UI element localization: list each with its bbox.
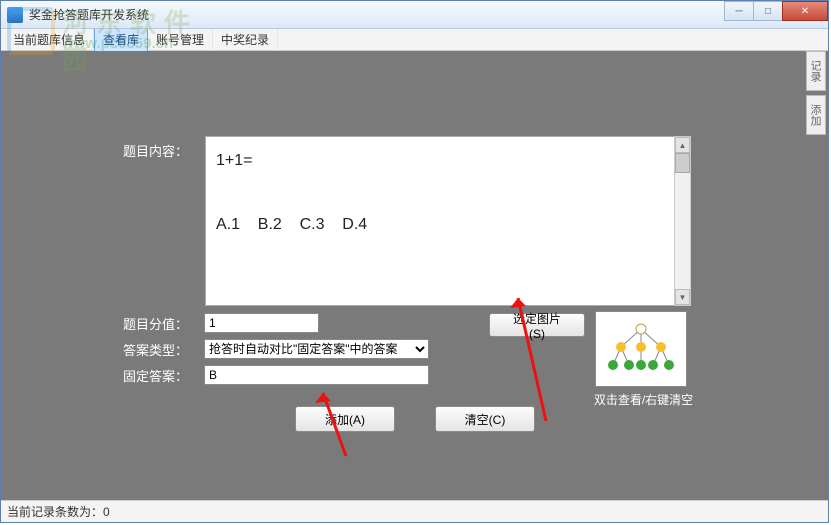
score-label: 题目分值： [123, 314, 188, 333]
maximize-button[interactable]: □ [753, 1, 783, 21]
window-controls: ─ □ ✕ [725, 1, 828, 21]
menu-item-view-bank[interactable]: 查看库 [94, 27, 148, 52]
side-tab-records[interactable]: 记录 [806, 51, 826, 91]
scroll-up-icon[interactable]: ▲ [675, 137, 690, 153]
score-input[interactable] [204, 313, 319, 333]
menu-item-current-bank[interactable]: 当前题库信息 [5, 28, 94, 51]
clear-button[interactable]: 清空(C) [435, 406, 535, 432]
question-content-label: 题目内容： [123, 141, 188, 160]
answer-type-label: 答案类型： [123, 340, 188, 359]
content-scrollbar[interactable]: ▲ ▼ [674, 136, 691, 306]
form-panel: 题目内容： 1+1= A.1 B.2 C.3 D.4 ▲ ▼ 题目分值： 答案类… [15, 51, 795, 500]
menu-item-winners[interactable]: 中奖纪录 [213, 28, 278, 51]
titlebar: 奖金抢答题库开发系统 ─ □ ✕ [1, 1, 828, 29]
image-caption: 双击查看/右键清空 [586, 391, 701, 408]
image-preview[interactable] [595, 311, 687, 387]
minimize-button[interactable]: ─ [724, 1, 754, 21]
scroll-thumb[interactable] [675, 153, 690, 173]
status-text: 当前记录条数为：0 [7, 503, 110, 520]
window-title: 奖金抢答题库开发系统 [29, 6, 149, 23]
close-button[interactable]: ✕ [782, 1, 828, 21]
fixed-answer-input[interactable] [204, 365, 429, 385]
row-answer-type: 答案类型： 抢答时自动对比"固定答案"中的答案 [123, 339, 429, 359]
side-tabs: 记录 添加 [806, 51, 828, 139]
tree-diagram-icon [601, 319, 681, 379]
client-area: 题目内容： 1+1= A.1 B.2 C.3 D.4 ▲ ▼ 题目分值： 答案类… [1, 51, 828, 500]
add-button[interactable]: 添加(A) [295, 406, 395, 432]
row-fixed-answer: 固定答案： [123, 365, 429, 385]
app-window: 奖金抢答题库开发系统 ─ □ ✕ 当前题库信息 查看库 账号管理 中奖纪录 题目… [0, 0, 829, 523]
menu-item-account[interactable]: 账号管理 [148, 28, 213, 51]
scroll-down-icon[interactable]: ▼ [675, 289, 690, 305]
menubar: 当前题库信息 查看库 账号管理 中奖纪录 [1, 29, 828, 51]
statusbar: 当前记录条数为：0 [1, 500, 828, 522]
row-score: 题目分值： [123, 313, 319, 333]
question-content-textarea[interactable]: 1+1= A.1 B.2 C.3 D.4 [205, 136, 675, 306]
app-icon [7, 7, 23, 23]
select-image-button[interactable]: 选定图片(S) [489, 313, 585, 337]
fixed-answer-label: 固定答案： [123, 366, 188, 385]
side-tab-add[interactable]: 添加 [806, 95, 826, 135]
answer-type-select[interactable]: 抢答时自动对比"固定答案"中的答案 [204, 339, 429, 359]
